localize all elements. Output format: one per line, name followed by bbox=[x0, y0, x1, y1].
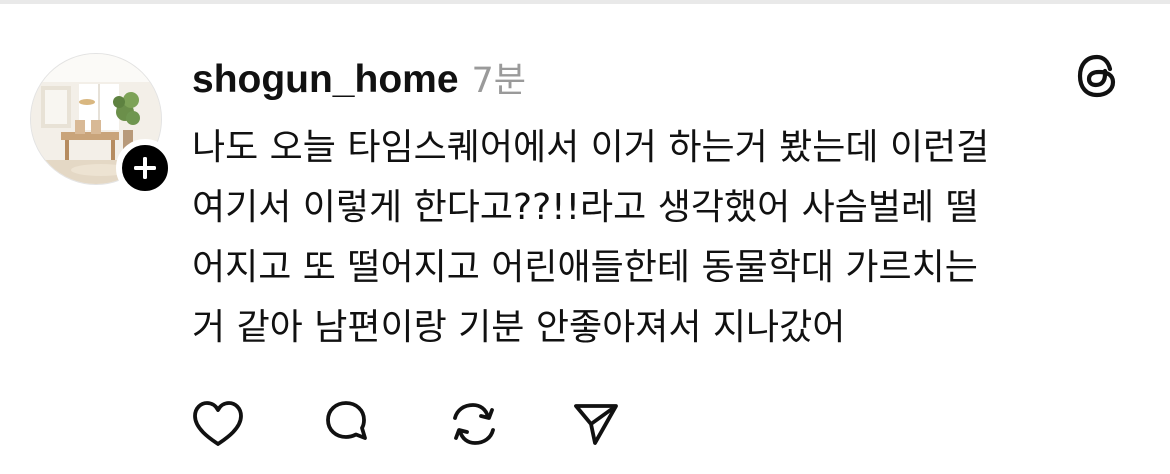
share-button[interactable] bbox=[568, 398, 624, 450]
send-icon bbox=[574, 404, 618, 445]
heart-icon bbox=[193, 401, 243, 446]
follow-button[interactable] bbox=[116, 139, 174, 197]
top-divider bbox=[0, 0, 1170, 4]
comment-bubble-icon bbox=[326, 401, 367, 440]
plus-icon bbox=[134, 157, 156, 179]
timestamp: 7분 bbox=[471, 61, 526, 101]
post-text-line-1: 나도 오늘 타임스퀘어에서 이거 하는거 봤는데 이런걸 bbox=[192, 127, 990, 168]
like-button[interactable] bbox=[190, 398, 246, 450]
reply-button[interactable] bbox=[318, 398, 374, 450]
post-text: 나도 오늘 타임스퀘어에서 이거 하는거 봤는데 이런걸 여기서 이렇게 한다고… bbox=[192, 118, 1142, 358]
post-header: shogun_home 7분 bbox=[192, 52, 526, 102]
post-text-line-2: 여기서 이렇게 한다고??!!라고 생각했어 사슴벌레 떨 bbox=[192, 187, 979, 228]
repost-icon bbox=[453, 403, 495, 445]
repost-button[interactable] bbox=[446, 398, 502, 450]
post-text-line-4: 거 같아 남편이랑 기분 안좋아져서 지나갔어 bbox=[192, 307, 846, 348]
threads-logo-icon[interactable] bbox=[1075, 53, 1121, 99]
username[interactable]: shogun_home bbox=[192, 58, 459, 102]
post-text-line-3: 어지고 또 떨어지고 어린애들한테 동물학대 가르치는 bbox=[192, 247, 978, 288]
